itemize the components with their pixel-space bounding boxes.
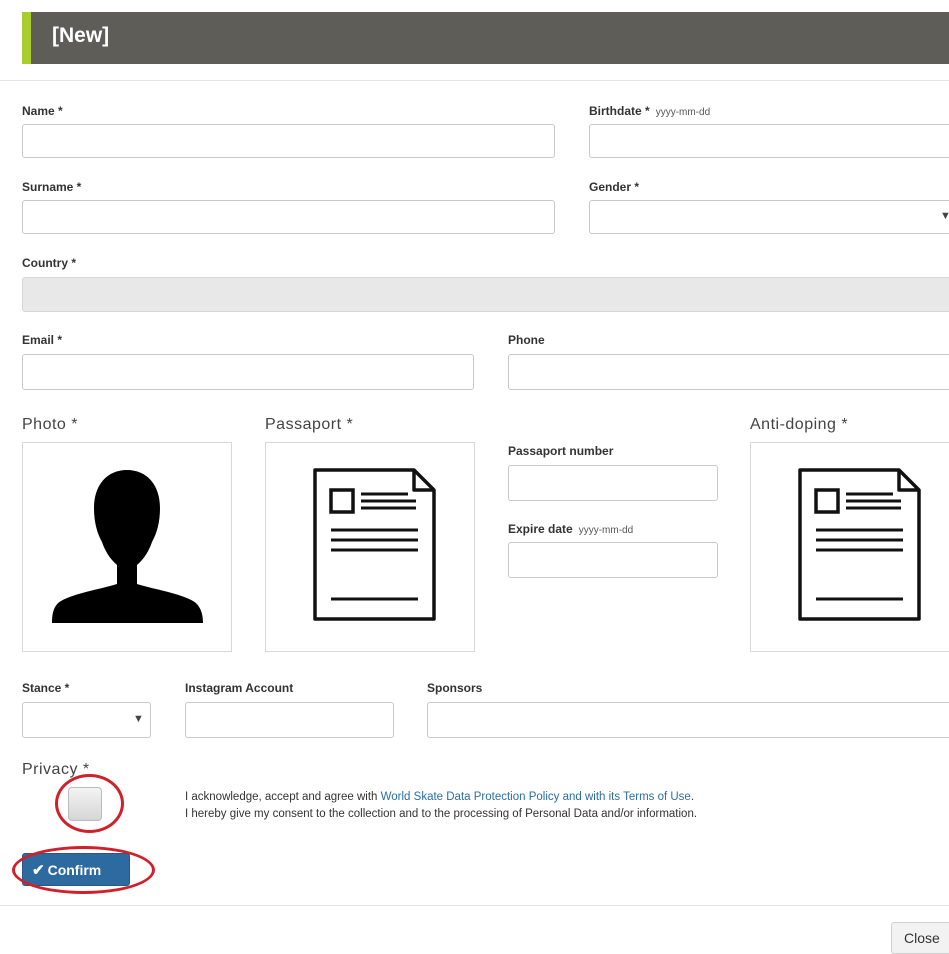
country-input bbox=[22, 277, 949, 312]
passaport-number-input[interactable] bbox=[508, 465, 718, 501]
stance-label: Stance * bbox=[22, 681, 70, 695]
passaport-upload[interactable] bbox=[265, 442, 475, 652]
header-accent-bar bbox=[22, 12, 31, 64]
privacy-policy-link[interactable]: World Skate Data Protection Policy and w… bbox=[381, 791, 691, 803]
consent-line-1: I acknowledge, accept and agree with Wor… bbox=[185, 789, 697, 806]
consent-suffix: . bbox=[690, 791, 695, 803]
email-input[interactable] bbox=[22, 354, 474, 390]
document-icon bbox=[798, 468, 921, 621]
phone-label: Phone bbox=[508, 333, 545, 347]
sponsors-label: Sponsors bbox=[427, 681, 483, 695]
person-silhouette-icon bbox=[52, 470, 203, 623]
privacy-consent-text: I acknowledge, accept and agree with Wor… bbox=[185, 789, 697, 823]
birthdate-format-hint: yyyy-mm-dd bbox=[655, 107, 711, 118]
surname-input[interactable] bbox=[22, 200, 555, 234]
annotation-circle-confirm bbox=[12, 846, 155, 894]
gender-select[interactable]: ▼ bbox=[589, 200, 949, 234]
consent-prefix: I acknowledge, accept and agree with bbox=[185, 791, 381, 803]
annotation-circle-checkbox bbox=[55, 774, 124, 833]
surname-label: Surname * bbox=[22, 180, 82, 194]
name-label: Name * bbox=[22, 104, 63, 118]
photo-upload[interactable] bbox=[22, 442, 232, 652]
stance-select[interactable]: ▼ bbox=[22, 702, 151, 738]
phone-input[interactable] bbox=[508, 354, 949, 390]
birthdate-input[interactable] bbox=[589, 124, 949, 158]
expire-date-label-text: Expire date bbox=[508, 522, 573, 536]
instagram-input[interactable] bbox=[185, 702, 394, 738]
close-button[interactable]: Close bbox=[891, 922, 949, 954]
passaport-label: Passaport * bbox=[265, 416, 354, 433]
instagram-label: Instagram Account bbox=[185, 681, 294, 695]
consent-line-2: I hereby give my consent to the collecti… bbox=[185, 808, 698, 820]
expire-date-input[interactable] bbox=[508, 542, 718, 578]
photo-label: Photo * bbox=[22, 416, 78, 433]
birthdate-label-text: Birthdate * bbox=[589, 104, 650, 118]
chevron-down-icon: ▼ bbox=[940, 210, 949, 222]
email-label: Email * bbox=[22, 333, 63, 347]
expire-date-format-hint: yyyy-mm-dd bbox=[578, 525, 634, 536]
gender-label: Gender * bbox=[589, 180, 640, 194]
sponsors-input[interactable] bbox=[427, 702, 949, 738]
document-icon bbox=[313, 468, 436, 621]
chevron-down-icon: ▼ bbox=[133, 713, 144, 725]
antidoping-label: Anti-doping * bbox=[750, 416, 849, 433]
passaport-number-label: Passaport number bbox=[508, 444, 614, 458]
modal-header bbox=[22, 12, 949, 64]
birthdate-label: Birthdate * yyyy-mm-dd bbox=[589, 104, 710, 118]
country-label: Country * bbox=[22, 256, 76, 270]
expire-date-label: Expire date yyyy-mm-dd bbox=[508, 522, 633, 536]
name-input[interactable] bbox=[22, 124, 555, 158]
antidoping-upload[interactable] bbox=[750, 442, 949, 652]
divider bbox=[0, 80, 949, 81]
footer-divider bbox=[0, 905, 949, 906]
modal-title: [New] bbox=[52, 24, 110, 47]
